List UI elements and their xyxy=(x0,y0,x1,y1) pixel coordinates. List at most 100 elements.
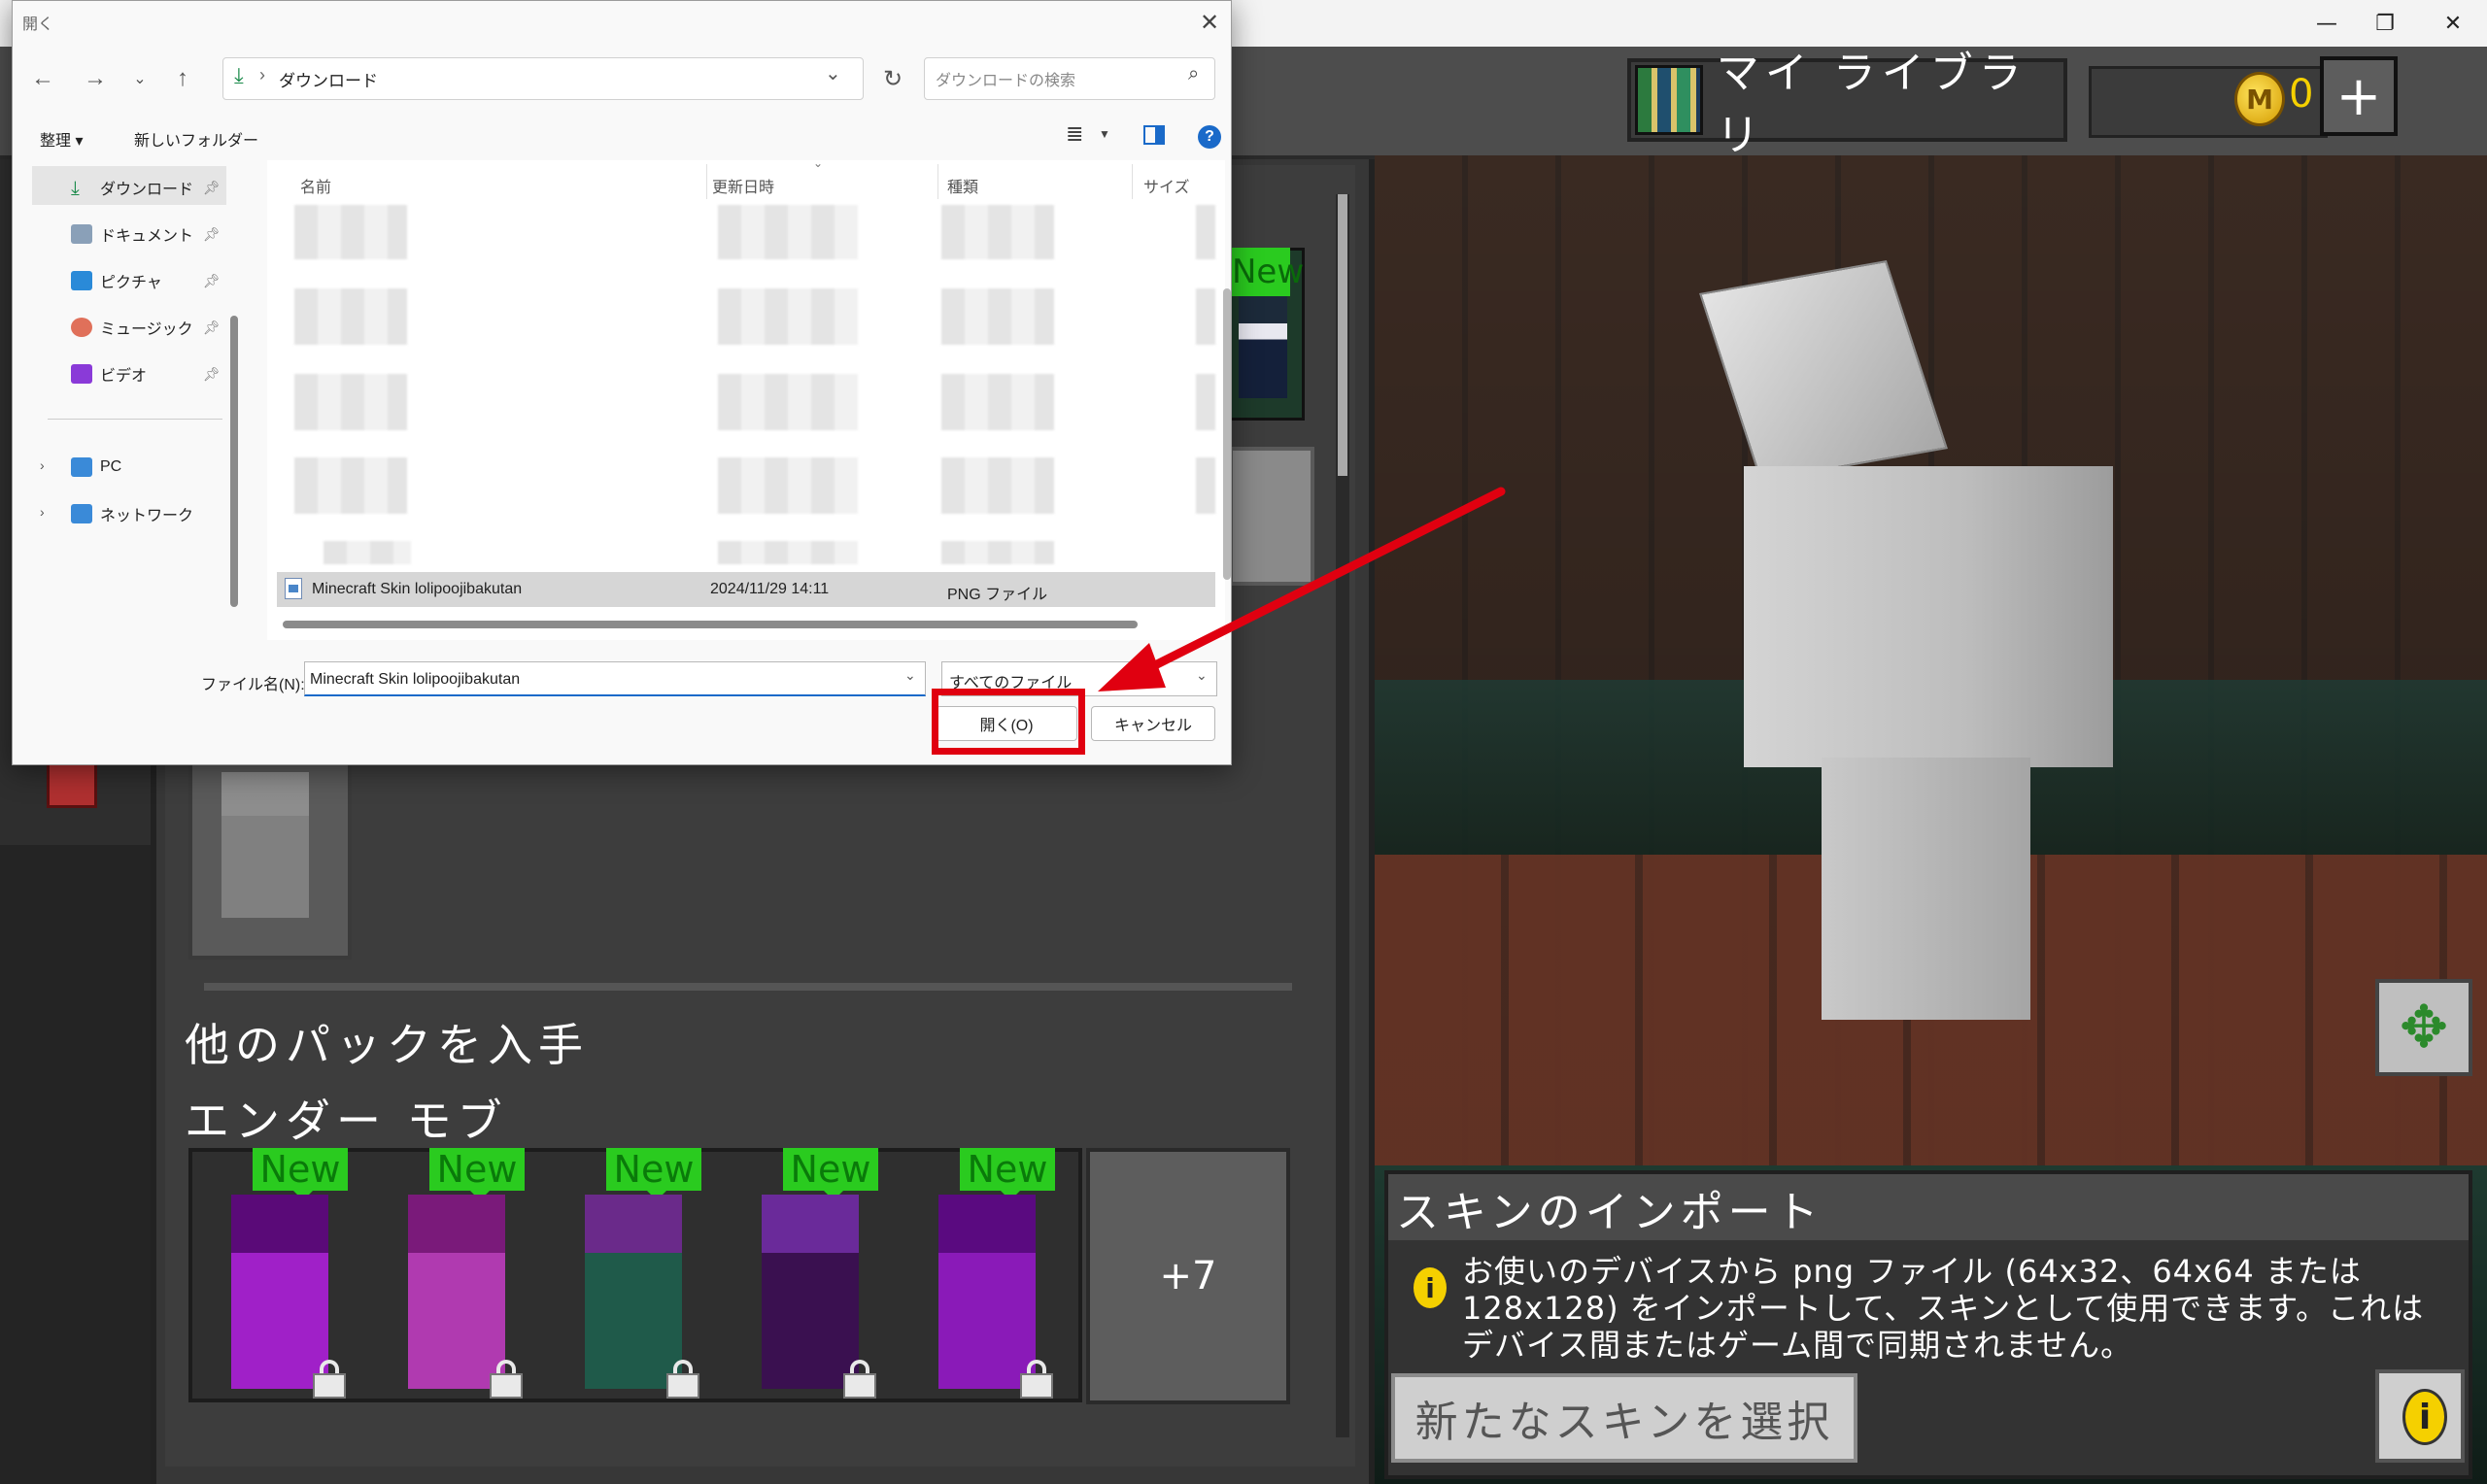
left-sidebar-lower xyxy=(0,845,151,1484)
blurred-date xyxy=(718,205,858,259)
pictures-icon xyxy=(71,271,92,290)
blurred-size xyxy=(1196,457,1215,514)
new-badge: New xyxy=(253,1148,348,1200)
horizontal-scrollbar[interactable] xyxy=(283,621,1138,628)
skin-list-scroll-thumb[interactable] xyxy=(1338,194,1347,476)
expand-icon[interactable]: ✥ xyxy=(2375,979,2472,1076)
blurred-file[interactable] xyxy=(294,374,407,430)
blurred-file[interactable] xyxy=(294,288,407,345)
blurred-file[interactable] xyxy=(294,457,407,514)
nav-item-pictures[interactable]: ピクチャ 📌︎ xyxy=(32,261,226,300)
forward-arrow-icon[interactable]: → xyxy=(77,59,114,98)
info-icon: i xyxy=(2402,1389,2447,1445)
column-header-modified[interactable]: 更新日時 xyxy=(712,174,774,197)
filename-value: Minecraft Skin lolipoojibakutan xyxy=(310,671,521,688)
file-type: PNG ファイル xyxy=(947,587,1048,603)
close-window-button[interactable]: ✕ xyxy=(2414,0,2487,47)
blurred-date xyxy=(718,457,858,514)
nav-label: ネットワーク xyxy=(100,508,194,524)
nav-label: PC xyxy=(100,458,122,475)
blurred-type xyxy=(941,541,1054,564)
column-separator[interactable] xyxy=(937,164,938,199)
nav-item-pc[interactable]: PC xyxy=(32,448,226,487)
blurred-file[interactable] xyxy=(324,541,411,564)
new-folder-button[interactable]: 新しいフォルダー xyxy=(134,127,258,151)
nav-item-videos[interactable]: ビデオ 📌︎ xyxy=(32,354,226,393)
lock-icon xyxy=(313,1360,346,1399)
new-badge: New xyxy=(783,1148,878,1200)
blurred-type xyxy=(941,205,1054,259)
nav-item-documents[interactable]: ドキュメント 📌︎ xyxy=(32,215,226,253)
nav-label: ドキュメント xyxy=(100,228,194,245)
pin-icon: 📌︎ xyxy=(203,272,221,288)
coin-count: 0 xyxy=(2289,72,2314,117)
blurred-date xyxy=(718,541,858,564)
png-file-icon xyxy=(285,578,302,599)
filename-dropdown-icon[interactable]: ⌄ xyxy=(904,667,916,684)
buy-coins-button[interactable]: + xyxy=(2320,56,2398,136)
cancel-button[interactable]: キャンセル xyxy=(1091,706,1215,741)
lock-icon xyxy=(843,1360,876,1399)
up-arrow-icon[interactable]: ↑ xyxy=(164,59,201,98)
search-icon[interactable]: ⌕ xyxy=(1188,63,1199,85)
filter-dropdown-icon[interactable]: ⌄ xyxy=(1196,667,1208,684)
nav-scrollbar[interactable] xyxy=(230,316,238,607)
blurred-size xyxy=(1196,374,1215,430)
download-folder-icon: ⤓ xyxy=(234,63,244,87)
choose-new-skin-button[interactable]: 新たなスキンを選択 xyxy=(1391,1373,1857,1463)
nav-divider xyxy=(48,419,222,420)
my-library-button[interactable]: マイ ライブラリ xyxy=(1627,49,2067,160)
lock-icon xyxy=(666,1360,699,1399)
skin-thumbnail xyxy=(1239,291,1287,398)
pin-icon: 📌︎ xyxy=(203,179,221,195)
column-separator[interactable] xyxy=(706,164,707,199)
address-dropdown-icon[interactable]: ⌄ xyxy=(825,61,841,85)
file-date: 2024/11/29 14:11 xyxy=(710,581,830,597)
dialog-close-button[interactable]: ✕ xyxy=(1192,3,1227,42)
skin-card[interactable] xyxy=(1229,447,1314,586)
open-file-dialog: 開く ✕ ← → ⌄ ↑ ⤓ › ダウンロード ⌄ ↻ ダウンロードの検索 ⌕ … xyxy=(12,0,1232,765)
blurred-size xyxy=(1196,288,1215,345)
breadcrumb-downloads[interactable]: ダウンロード xyxy=(279,67,378,91)
maximize-button[interactable]: ❐ xyxy=(2346,0,2424,47)
document-icon xyxy=(71,224,92,244)
new-badge: New xyxy=(1232,248,1304,296)
file-name: Minecraft Skin lolipoojibakutan xyxy=(312,581,523,597)
refresh-icon[interactable]: ↻ xyxy=(871,57,914,100)
blurred-file[interactable] xyxy=(294,205,407,259)
info-button[interactable]: i xyxy=(2375,1369,2465,1463)
skin-slot[interactable]: New xyxy=(548,1148,725,1402)
recent-dropdown-icon[interactable]: ⌄ xyxy=(121,59,158,98)
skin-slot[interactable]: New xyxy=(902,1148,1078,1402)
skin-slot[interactable]: New xyxy=(194,1148,371,1402)
minecoin-icon: M xyxy=(2234,72,2285,126)
help-icon[interactable]: ? xyxy=(1198,125,1221,149)
column-separator[interactable] xyxy=(1132,164,1133,199)
nav-label: ピクチャ xyxy=(100,275,162,291)
column-header-size[interactable]: サイズ xyxy=(1143,174,1190,197)
view-options-icon[interactable]: ≣ xyxy=(1066,121,1083,147)
organize-menu[interactable]: 整理 ▾ xyxy=(40,127,83,151)
section-divider xyxy=(204,983,1292,991)
import-title: スキンのインポート xyxy=(1396,1188,1823,1237)
sort-chevron-icon: ⌄ xyxy=(813,156,824,170)
back-arrow-icon[interactable]: ← xyxy=(24,59,61,98)
column-header-type[interactable]: 種類 xyxy=(947,174,978,197)
view-dropdown-icon[interactable]: ▼ xyxy=(1099,127,1110,141)
blurred-type xyxy=(941,288,1054,345)
new-badge: New xyxy=(606,1148,701,1200)
nav-label: ビデオ xyxy=(100,368,148,385)
nav-item-downloads[interactable]: ⤓ ダウンロード 📌︎ xyxy=(32,168,226,207)
vertical-scrollbar[interactable] xyxy=(1223,288,1231,580)
info-icon: i xyxy=(1411,1265,1449,1311)
nav-item-music[interactable]: ミュージック 📌︎ xyxy=(32,308,226,347)
more-packs-heading: 他のパックを入手 xyxy=(185,1019,589,1071)
skin-slot[interactable]: New xyxy=(371,1148,548,1402)
more-skins-button[interactable]: +7 xyxy=(1086,1148,1290,1404)
lock-icon xyxy=(1020,1360,1053,1399)
nav-item-network[interactable]: ネットワーク xyxy=(32,494,226,533)
preview-pane-icon[interactable] xyxy=(1143,125,1165,145)
column-header-name[interactable]: 名前 xyxy=(300,174,331,197)
skin-slot[interactable]: New xyxy=(725,1148,902,1402)
dialog-title: 開く xyxy=(22,17,54,33)
